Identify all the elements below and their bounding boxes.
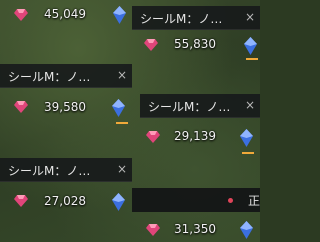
currency-row: 29,139 bbox=[140, 124, 260, 152]
seal-panel-3: シールM：ノ… × 39,580 bbox=[0, 64, 132, 126]
blue-crystal-icon bbox=[240, 221, 253, 239]
red-gem-icon bbox=[144, 39, 158, 51]
seal-panel-4: シールM：ノ… × 29,139 bbox=[140, 94, 260, 156]
tab-title: シールM：ノ… bbox=[140, 12, 223, 26]
currency-value: 45,049 bbox=[44, 7, 86, 21]
accent-mark bbox=[116, 122, 128, 124]
blue-crystal-icon bbox=[240, 129, 253, 147]
currency-value: 39,580 bbox=[44, 100, 86, 114]
blue-crystal-icon bbox=[112, 193, 125, 211]
red-gem-icon bbox=[14, 195, 28, 207]
currency-row: 31,350 bbox=[140, 216, 260, 242]
seal-panel-2: シールM：ノ… × 55,830 bbox=[132, 0, 260, 62]
close-icon[interactable]: × bbox=[117, 68, 127, 82]
red-gem-icon bbox=[146, 131, 160, 143]
panel-tab[interactable]: シールM：ノ… × bbox=[132, 6, 260, 30]
currency-row: 39,580 bbox=[0, 94, 132, 122]
panel-tab[interactable]: シールM：ノ… × bbox=[0, 64, 132, 88]
blue-crystal-icon bbox=[112, 99, 125, 117]
panel-tab[interactable]: シールM：ノ… × bbox=[0, 158, 132, 182]
game-screen: 45,049 シールM：ノ… × 55,830 シールM：ノ… × 39,580… bbox=[0, 0, 260, 242]
red-dot-icon bbox=[228, 198, 233, 203]
currency-row: 27,028 bbox=[0, 188, 132, 216]
currency-value: 31,350 bbox=[174, 222, 216, 236]
close-icon[interactable]: × bbox=[117, 162, 127, 176]
status-row[interactable]: 正 bbox=[132, 188, 260, 212]
panel-tab[interactable]: シールM：ノ… × bbox=[140, 94, 260, 118]
accent-mark bbox=[246, 58, 258, 60]
currency-value: 29,139 bbox=[174, 129, 216, 143]
status-label: 正 bbox=[248, 194, 260, 208]
tab-title: シールM：ノ… bbox=[8, 70, 91, 84]
currency-row: 45,049 bbox=[0, 2, 132, 30]
seal-panel-5: シールM：ノ… × 27,028 bbox=[0, 158, 132, 220]
currency-row: 55,830 bbox=[132, 32, 260, 60]
tab-title: シールM：ノ… bbox=[8, 164, 91, 178]
close-icon[interactable]: × bbox=[245, 98, 255, 112]
red-gem-icon bbox=[14, 9, 28, 21]
accent-mark bbox=[242, 152, 254, 154]
red-gem-icon bbox=[14, 101, 28, 113]
red-gem-icon bbox=[146, 224, 160, 236]
tab-title: シールM：ノ… bbox=[148, 100, 231, 114]
seal-panel-6: 31,350 bbox=[140, 214, 260, 242]
blue-crystal-icon bbox=[113, 6, 126, 24]
seal-panel-1: 45,049 bbox=[0, 0, 132, 32]
close-icon[interactable]: × bbox=[245, 10, 255, 24]
blue-crystal-icon bbox=[244, 37, 257, 55]
currency-value: 55,830 bbox=[174, 37, 216, 51]
currency-value: 27,028 bbox=[44, 194, 86, 208]
